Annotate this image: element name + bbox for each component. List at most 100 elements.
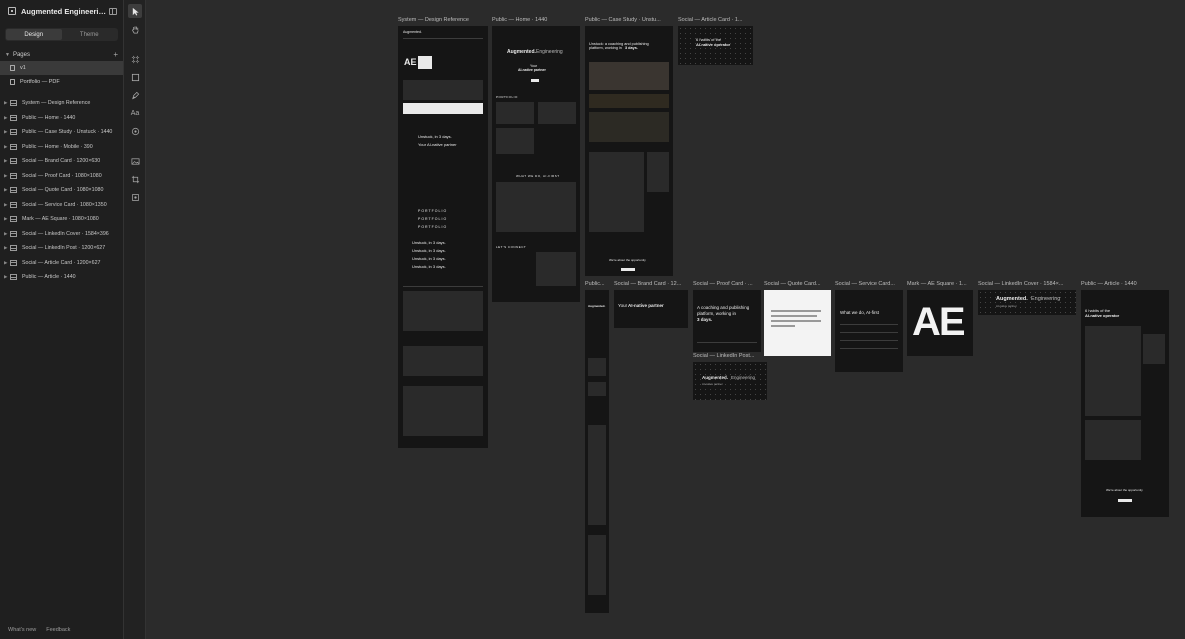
layer-item[interactable]: ▶ Social — Brand Card · 1200×630 <box>0 154 123 169</box>
frame-label-system[interactable]: System — Design Reference <box>398 17 488 23</box>
layer-item-label: Social — LinkedIn Cover · 1584×396 <box>22 230 109 237</box>
rectangle-icon[interactable] <box>128 70 142 84</box>
frame-label-proof-card[interactable]: Social — Proof Card · ... <box>693 281 761 287</box>
layer-item[interactable]: ▶ Social — LinkedIn Cover · 1584×396 <box>0 227 123 242</box>
frame-social-quote-card[interactable] <box>764 290 831 356</box>
case-screens <box>589 94 669 108</box>
layer-item[interactable]: ▶ Social — LinkedIn Post · 1200×627 <box>0 241 123 256</box>
cover-wordmark: Augmented. <box>996 296 1028 302</box>
frame-system-design-reference[interactable]: Augmented. AE Unstuck, in 3 days. Your A… <box>398 26 488 448</box>
frame-public-home[interactable]: Augmented. Engineering Your AI-native pa… <box>492 26 580 302</box>
pages-section-header[interactable]: ▼ Pages + <box>0 49 123 61</box>
frame-mark-ae-square[interactable]: AE <box>907 290 973 356</box>
brand-wordmark-rest: Engineering <box>536 49 563 55</box>
frame-label-article-card[interactable]: Social — Article Card · 1... <box>678 17 753 23</box>
frame-label-linkedin-cover[interactable]: Social — LinkedIn Cover · 1584×... <box>978 281 1076 287</box>
text-icon[interactable]: Aa <box>128 106 142 120</box>
layer-item[interactable]: ▶ System — Design Reference <box>0 96 123 111</box>
layer-item[interactable]: ▶ Social — Proof Card · 1080×1080 <box>0 169 123 184</box>
type-sample: Your AI-native partner <box>418 142 457 147</box>
frame-label-linkedin-post[interactable]: Social — LinkedIn Post... <box>693 353 765 359</box>
frame-icon[interactable] <box>128 52 142 66</box>
file-title[interactable]: Augmented Engineerin... <box>21 7 109 16</box>
layer-item-label: Public — Case Study · Unstuck · 1440 <box>22 129 113 136</box>
frame-label-service-card[interactable]: Social — Service Card... <box>835 281 903 287</box>
frame-social-service-card[interactable]: What we do, AI-first <box>835 290 903 372</box>
frame-social-article-card[interactable]: 6 habits of the AI-native operator <box>678 26 753 65</box>
frame-public-home-mobile[interactable]: Augmented. <box>585 290 609 613</box>
layer-item-label: Social — Brand Card · 1200×630 <box>22 158 101 165</box>
layer-item[interactable]: ▶ Public — Home · Mobile · 390 <box>0 140 123 155</box>
divider <box>840 332 898 333</box>
type-sample: Unstuck, in 3 days. <box>412 248 446 253</box>
tab-design[interactable]: Design <box>6 29 62 40</box>
cursor-icon[interactable] <box>128 4 142 18</box>
frame-social-linkedin-cover[interactable]: Augmented. Engineering AI-native partner <box>978 290 1076 315</box>
what-we-do-heading: WHAT WE DO, AI-FIRST <box>516 174 560 178</box>
frame-icon <box>10 259 17 266</box>
page-item-v1[interactable]: v1 <box>0 61 123 75</box>
frame-icon <box>10 129 17 136</box>
panel-toggle-icon[interactable] <box>109 7 117 15</box>
add-page-icon[interactable]: + <box>113 51 118 59</box>
frame-icon <box>10 187 17 194</box>
image-icon[interactable] <box>128 154 142 168</box>
frame-icon <box>10 100 17 107</box>
frame-social-proof-card[interactable]: A coaching and publishing platform, work… <box>693 290 761 352</box>
layer-item[interactable]: ▶ Public — Case Study · Unstuck · 1440 <box>0 125 123 140</box>
whats-new-link[interactable]: What's new <box>8 627 36 633</box>
divider <box>840 348 898 349</box>
page-item-portfolio-pdf[interactable]: Portfolio — PDF <box>0 75 123 89</box>
frame-icon <box>10 274 17 281</box>
chevron-down-icon[interactable]: ▼ <box>5 52 10 58</box>
frame-icon <box>10 172 17 179</box>
frame-label-quote-card[interactable]: Social — Quote Card... <box>764 281 831 287</box>
frame-case-study[interactable]: Unstuck: a coaching and publishing platf… <box>585 26 673 276</box>
frame-label-article[interactable]: Public — Article · 1440 <box>1081 281 1169 287</box>
pen-icon[interactable] <box>128 88 142 102</box>
case-hero-photos <box>589 62 669 90</box>
layer-item[interactable]: ▶ Mark — AE Square · 1080×1080 <box>0 212 123 227</box>
portfolio-card <box>496 102 534 124</box>
frame-label-mobile[interactable]: Public... <box>585 281 609 287</box>
mobile-contact <box>588 535 606 595</box>
layer-item[interactable]: ▶ Social — Article Card · 1200×627 <box>0 256 123 271</box>
frame-social-linkedin-post[interactable]: Augmented. Engineering AI-native partner <box>693 362 767 400</box>
frame-label-home[interactable]: Public — Home · 1440 <box>492 17 580 23</box>
type-sample: Unstuck, in 3 days. <box>418 134 452 139</box>
layer-item-label: Social — LinkedIn Post · 1200×627 <box>22 245 106 252</box>
frame-public-article[interactable]: 6 habits of the AI-native operator We're… <box>1081 290 1169 517</box>
mobile-wordmark: Augmented. <box>588 304 606 308</box>
layer-item[interactable]: ▶ Public — Article · 1440 <box>0 270 123 285</box>
proof-line-2: platform, working in <box>697 311 737 316</box>
layers-sidebar: Augmented Engineerin... Design Theme ▼ P… <box>0 0 124 639</box>
layer-item[interactable]: ▶ Social — Service Card · 1080×1350 <box>0 198 123 213</box>
spec-table <box>403 291 483 331</box>
dot-pattern <box>978 290 1076 315</box>
layer-item[interactable]: ▶ Public — Home · 1440 <box>0 111 123 126</box>
lets-connect-heading: LET'S CONNECT <box>496 245 527 249</box>
pages-label: Pages <box>12 52 30 58</box>
brand-card-your: Your <box>618 303 628 308</box>
portfolio-heading: PORTFOLIO <box>496 95 518 99</box>
frame-icon <box>10 230 17 237</box>
frame-social-brand-card[interactable]: Your AI-native partner <box>614 290 688 328</box>
plugin-icon[interactable] <box>128 190 142 204</box>
page-icon <box>10 79 15 85</box>
brand-name: Augmented. <box>403 30 422 34</box>
app-logo-icon[interactable] <box>8 7 16 15</box>
frame-label-case-study[interactable]: Public — Case Study · Unstu... <box>585 17 673 23</box>
frame-label-ae-mark[interactable]: Mark — AE Square · 1... <box>907 281 973 287</box>
layer-item-label: System — Design Reference <box>22 100 91 107</box>
crop-icon[interactable] <box>128 172 142 186</box>
sidebar-tabs: Design Theme <box>5 28 118 41</box>
frame-label-brand-card[interactable]: Social — Brand Card · 12... <box>614 281 688 287</box>
tab-theme[interactable]: Theme <box>62 29 118 40</box>
component-icon[interactable] <box>128 124 142 138</box>
design-canvas[interactable]: System — Design Reference Augmented. AE … <box>146 0 1185 639</box>
hand-icon[interactable] <box>128 22 142 36</box>
feedback-link[interactable]: Feedback <box>46 627 70 633</box>
layer-item[interactable]: ▶ Social — Quote Card · 1080×1080 <box>0 183 123 198</box>
portfolio-sample: PORTFOLIO <box>418 217 448 221</box>
spec-table <box>403 386 483 436</box>
